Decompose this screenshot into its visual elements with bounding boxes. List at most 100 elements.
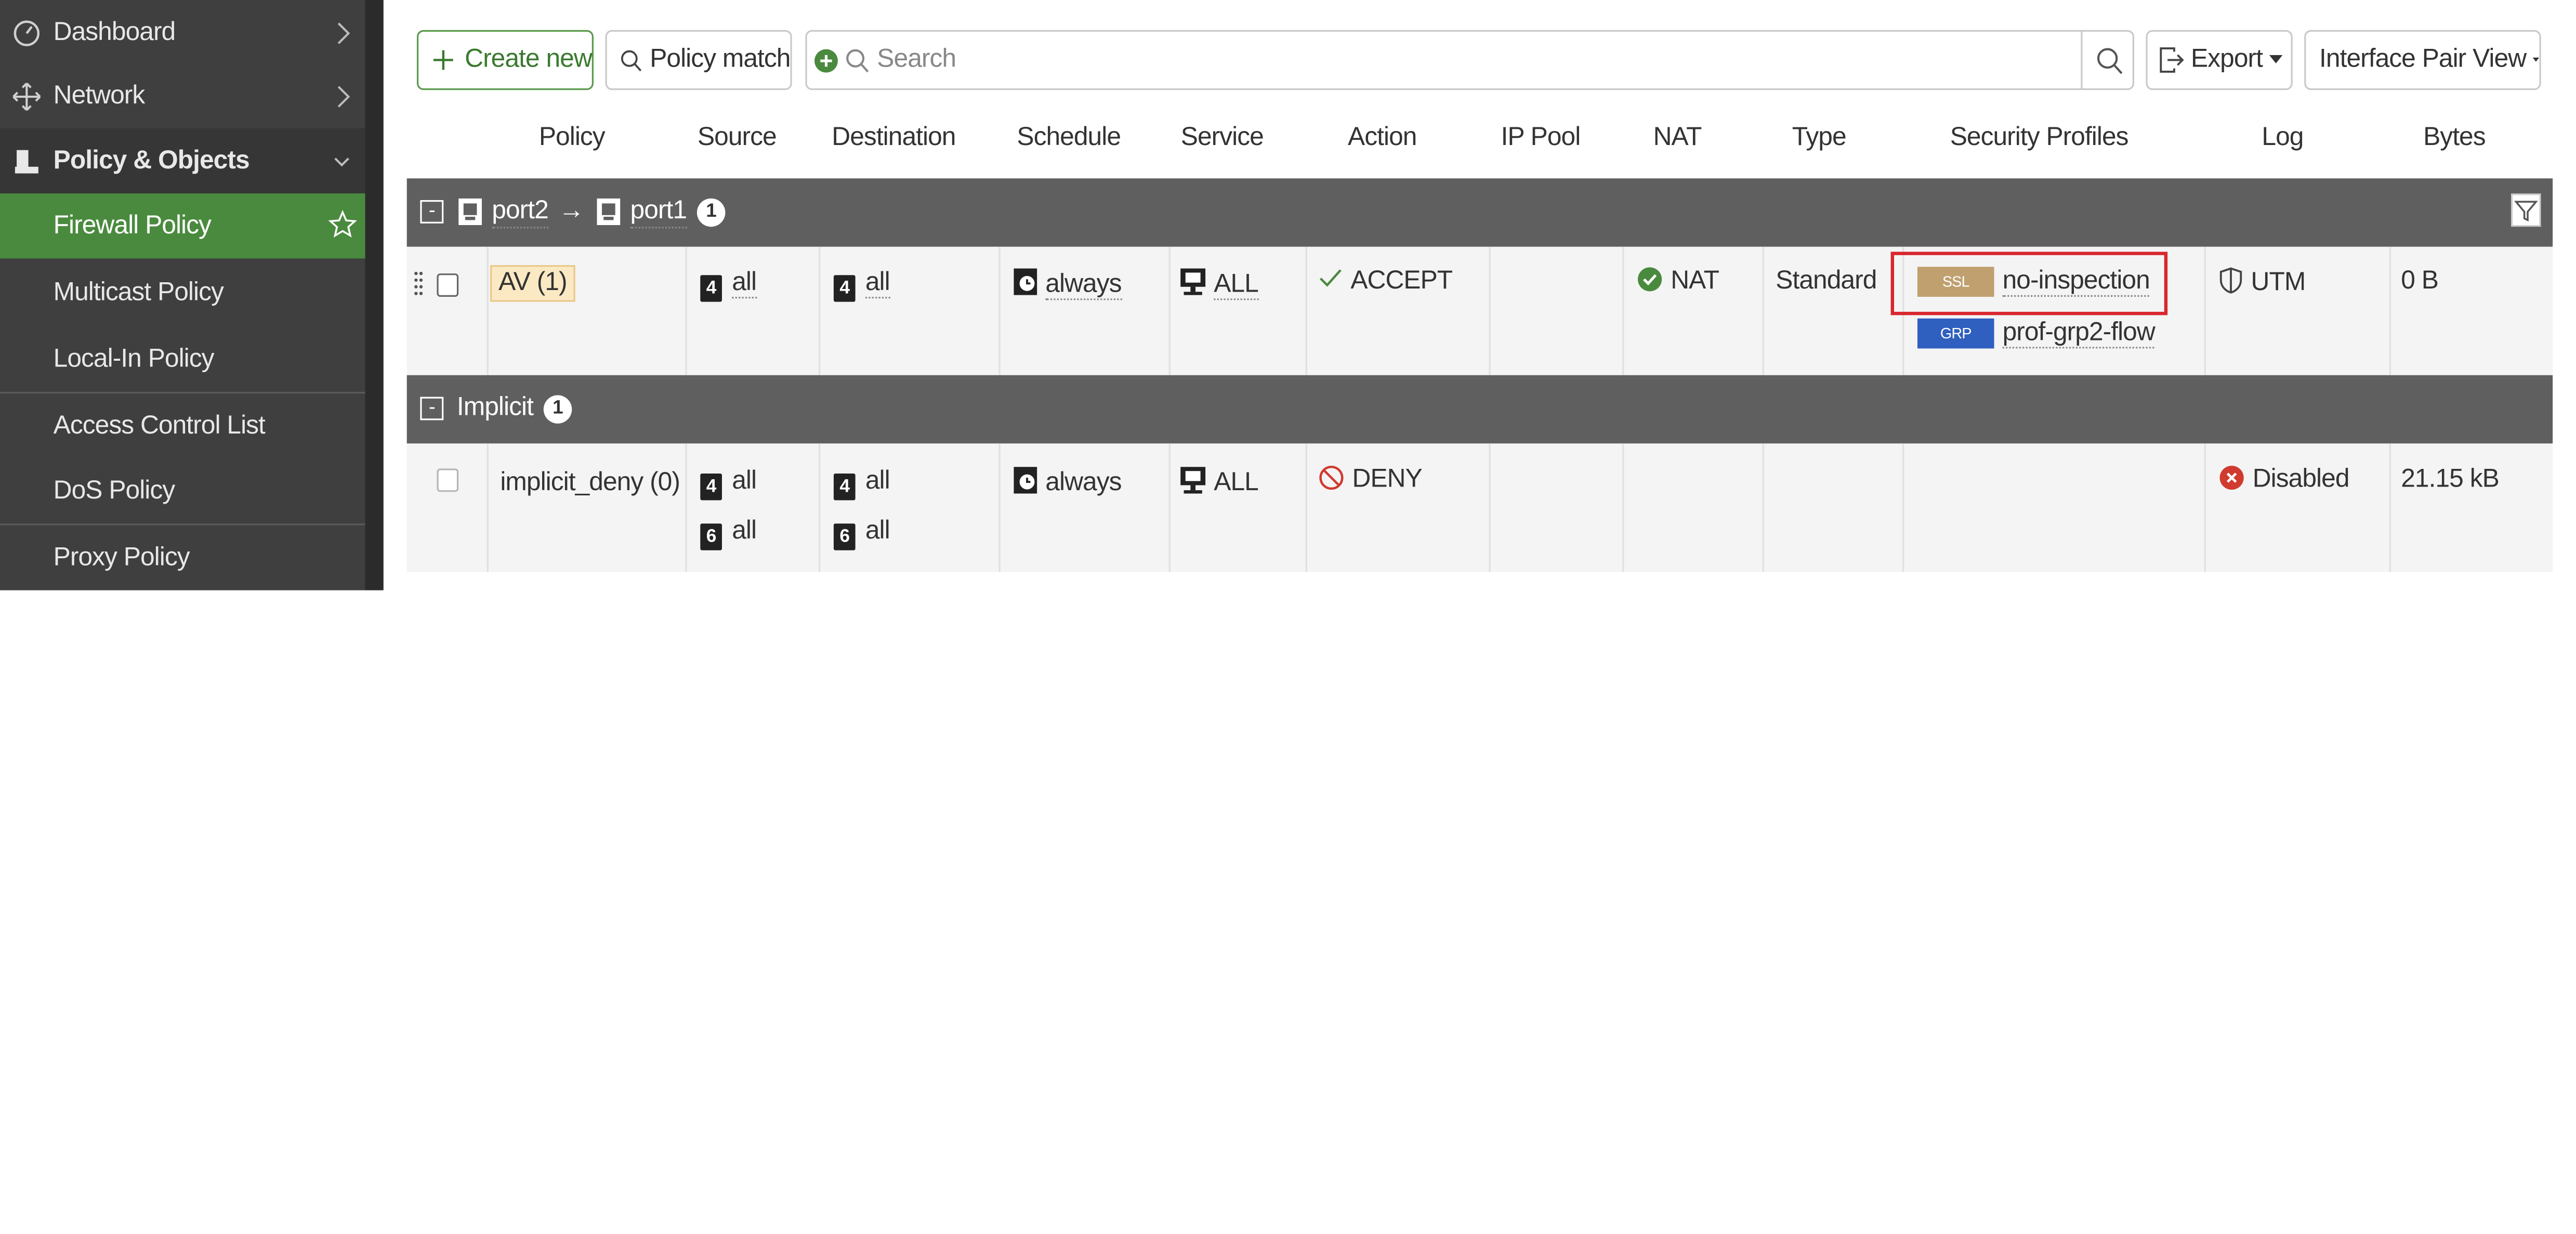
grp-tag: GRP bbox=[1917, 318, 1994, 349]
create-new-button[interactable]: Create new bbox=[416, 30, 594, 90]
destination-value: all bbox=[865, 467, 890, 495]
source-cell[interactable]: 4 all bbox=[700, 268, 757, 302]
destination-cell-ipv4[interactable]: 4 all bbox=[833, 467, 890, 501]
column-header-source[interactable]: Source bbox=[698, 123, 777, 163]
bytes-value: 21.15 kB bbox=[2401, 465, 2500, 494]
schedule-cell[interactable]: always bbox=[1014, 268, 1122, 300]
sidebar-item-label: Multicast Policy bbox=[53, 278, 224, 306]
sidebar-item-firewall-policy[interactable]: Firewall Policy bbox=[0, 193, 365, 259]
source-value: all bbox=[732, 517, 757, 545]
column-header-nat[interactable]: NAT bbox=[1653, 123, 1702, 163]
sidebar-item-dashboard[interactable]: Dashboard bbox=[0, 0, 365, 65]
policy-objects-icon bbox=[15, 149, 38, 173]
column-header-ip-pool[interactable]: IP Pool bbox=[1501, 123, 1581, 163]
sidebar-item-dos-policy[interactable]: DoS Policy bbox=[0, 458, 365, 523]
policy-name[interactable]: implicit_deny (0) bbox=[500, 468, 680, 498]
sidebar-item-label: Access Control List bbox=[53, 411, 266, 440]
drag-handle-icon[interactable] bbox=[414, 270, 424, 297]
interface-port-icon bbox=[458, 198, 482, 226]
table-row[interactable]: AV (1) 4 all 4 all always ALL ACCEPT NAT S… bbox=[406, 246, 2553, 375]
deny-icon bbox=[1319, 465, 1344, 490]
sidebar-item-local-in-policy[interactable]: Local-In Policy bbox=[0, 327, 365, 392]
table-row[interactable]: implicit_deny (0) 4 all 6 all 4 all 6 all al… bbox=[406, 443, 2553, 572]
add-filter-icon[interactable] bbox=[813, 47, 838, 72]
log-value: Disabled bbox=[2252, 465, 2350, 494]
schedule-clock-icon bbox=[1014, 467, 1037, 494]
check-icon bbox=[1319, 269, 1342, 287]
sidebar-item-label: DoS Policy bbox=[53, 476, 176, 505]
schedule-cell[interactable]: always bbox=[1014, 467, 1122, 498]
column-header-destination[interactable]: Destination bbox=[832, 123, 956, 163]
chevron-down-icon bbox=[334, 156, 349, 166]
service-icon bbox=[1180, 268, 1206, 295]
column-header-action[interactable]: Action bbox=[1348, 123, 1417, 163]
group-header-implicit[interactable]: - Implicit 1 bbox=[406, 375, 2553, 444]
action-cell: ACCEPT bbox=[1319, 267, 1453, 297]
collapse-icon[interactable]: - bbox=[420, 397, 444, 421]
direction-arrow: → bbox=[558, 196, 585, 226]
source-cell-ipv4[interactable]: 4 all bbox=[700, 467, 757, 501]
destination-cell-ipv6[interactable]: 6 all bbox=[833, 517, 890, 550]
search-placeholder: Search bbox=[877, 45, 956, 74]
bytes-value: 0 B bbox=[2401, 267, 2439, 295]
sidebar-item-label: Local-In Policy bbox=[53, 344, 215, 373]
star-icon[interactable] bbox=[328, 210, 357, 239]
column-header-schedule[interactable]: Schedule bbox=[1017, 123, 1121, 163]
security-profile-name: no-inspection bbox=[2003, 267, 2150, 297]
source-value: all bbox=[732, 268, 757, 299]
policy-name[interactable]: AV (1) bbox=[490, 265, 575, 302]
network-icon bbox=[12, 82, 41, 110]
destination-value: all bbox=[865, 268, 890, 299]
app-window: Dashboard Network Policy & Objects Firew… bbox=[0, 0, 2576, 1234]
row-checkbox[interactable] bbox=[437, 273, 459, 297]
dashboard-icon bbox=[14, 19, 40, 46]
sidebar-item-access-control-list[interactable]: Access Control List bbox=[0, 393, 365, 458]
ipv4-address-icon: 4 bbox=[700, 474, 722, 501]
security-profile-ssl[interactable]: SSL no-inspection bbox=[1917, 267, 2150, 297]
filter-icon[interactable] bbox=[2511, 193, 2541, 227]
ssl-tag: SSL bbox=[1917, 267, 1994, 297]
sidebar-item-network[interactable]: Network bbox=[0, 63, 365, 128]
export-dropdown[interactable]: Export bbox=[2146, 30, 2293, 90]
column-header-security-profiles[interactable]: Security Profiles bbox=[1950, 123, 2129, 163]
export-icon bbox=[2160, 47, 2184, 73]
source-value: all bbox=[732, 467, 757, 495]
row-checkbox[interactable] bbox=[437, 468, 459, 492]
action-value: DENY bbox=[1352, 465, 1423, 494]
service-value: ALL bbox=[1214, 468, 1259, 497]
sidebar-item-policy-objects[interactable]: Policy & Objects bbox=[0, 128, 365, 194]
column-header-log[interactable]: Log bbox=[2262, 123, 2304, 163]
service-cell[interactable]: ALL bbox=[1180, 268, 1259, 300]
column-header-service[interactable]: Service bbox=[1181, 123, 1264, 163]
collapse-icon[interactable]: - bbox=[420, 200, 444, 224]
security-profile-group[interactable]: GRP prof-grp2-flow bbox=[1917, 318, 2156, 349]
sidebar-item-multicast-policy[interactable]: Multicast Policy bbox=[0, 260, 365, 325]
type-value: Standard bbox=[1776, 267, 1877, 295]
schedule-value: always bbox=[1045, 270, 1122, 300]
sidebar-item-proxy-policy[interactable]: Proxy Policy bbox=[0, 525, 365, 590]
sidebar-item-label: Network bbox=[53, 81, 146, 110]
chevron-right-icon bbox=[337, 21, 350, 44]
source-cell-ipv6[interactable]: 6 all bbox=[700, 517, 757, 550]
schedule-value: always bbox=[1045, 468, 1122, 497]
policy-match-button[interactable]: Policy match bbox=[605, 30, 792, 90]
destination-interface-name[interactable]: port1 bbox=[630, 197, 687, 229]
service-cell[interactable]: ALL bbox=[1180, 467, 1259, 498]
column-header-bytes[interactable]: Bytes bbox=[2423, 123, 2486, 163]
chevron-right-icon bbox=[337, 85, 350, 107]
column-header-policy[interactable]: Policy bbox=[539, 123, 606, 163]
source-interface-name[interactable]: port2 bbox=[492, 197, 549, 229]
search-input[interactable]: Search bbox=[805, 30, 2134, 90]
nat-enabled-icon bbox=[1638, 267, 1662, 292]
group-header-port2-port1[interactable]: - port2 → port1 1 bbox=[406, 178, 2553, 247]
log-value: UTM bbox=[2251, 268, 2306, 297]
search-submit-button[interactable] bbox=[2081, 31, 2132, 89]
sidebar-item-label: Policy & Objects bbox=[53, 146, 250, 175]
interface-pair-view-dropdown[interactable]: Interface Pair View bbox=[2304, 30, 2541, 90]
search-icon bbox=[846, 48, 869, 72]
sidebar-scrollbar[interactable] bbox=[365, 0, 384, 590]
search-icon bbox=[621, 49, 642, 71]
destination-cell[interactable]: 4 all bbox=[833, 268, 890, 302]
column-header-type[interactable]: Type bbox=[1792, 123, 1847, 163]
nat-cell: NAT bbox=[1637, 267, 1719, 297]
